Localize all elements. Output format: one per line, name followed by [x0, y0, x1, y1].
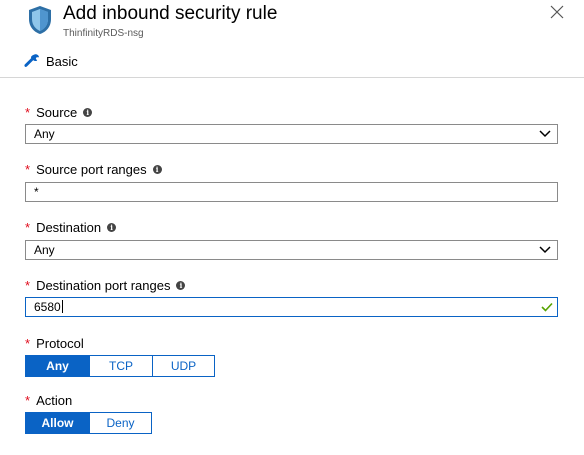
wrench-icon [24, 54, 39, 67]
page-title: Add inbound security rule [63, 3, 278, 24]
required-marker: * [25, 220, 31, 235]
destination-ports-label-text: Destination port ranges [36, 278, 171, 293]
info-icon[interactable]: i [152, 165, 162, 174]
destination-value: Any [34, 243, 55, 257]
close-icon[interactable] [549, 4, 565, 20]
action-option-deny[interactable]: Deny [90, 413, 151, 433]
header-divider [0, 77, 584, 78]
basic-mode-label: Basic [46, 53, 78, 69]
source-port-ranges-input[interactable]: * [25, 182, 558, 202]
destination-label-text: Destination [36, 220, 102, 235]
shield-icon [29, 6, 51, 34]
protocol-option-tcp[interactable]: TCP [90, 356, 153, 376]
info-icon[interactable]: i [176, 281, 186, 290]
action-label-text: Action [36, 393, 73, 408]
checkmark-icon [541, 302, 553, 312]
required-marker: * [25, 105, 31, 120]
destination-port-ranges-input[interactable]: 6580 [25, 297, 558, 317]
source-ports-label-text: Source port ranges [36, 162, 147, 177]
protocol-option-udp[interactable]: UDP [153, 356, 214, 376]
source-dropdown[interactable]: Any [25, 124, 558, 144]
page-subtitle: ThinfinityRDS-nsg [63, 28, 144, 39]
protocol-toggle: Any TCP UDP [25, 355, 215, 377]
destination-ports-value: 6580 [34, 300, 61, 314]
chevron-down-icon [539, 246, 551, 254]
info-icon[interactable]: i [107, 223, 117, 232]
source-label: * Source i [25, 105, 93, 120]
source-ports-value: * [34, 185, 39, 199]
protocol-option-any[interactable]: Any [26, 356, 90, 376]
destination-ports-label: * Destination port ranges i [25, 278, 186, 293]
required-marker: * [25, 393, 31, 408]
source-label-text: Source [36, 105, 78, 120]
protocol-label: * Protocol [25, 336, 84, 351]
action-toggle: Allow Deny [25, 412, 152, 434]
info-icon[interactable]: i [83, 108, 93, 117]
required-marker: * [25, 336, 31, 351]
blade-header: Add inbound security rule ThinfinityRDS-… [0, 0, 584, 42]
chevron-down-icon [539, 130, 551, 138]
required-marker: * [25, 278, 31, 293]
text-cursor [61, 300, 63, 313]
protocol-label-text: Protocol [36, 336, 84, 351]
source-value: Any [34, 127, 55, 141]
action-option-allow[interactable]: Allow [26, 413, 90, 433]
source-ports-label: * Source port ranges i [25, 162, 162, 177]
action-label: * Action [25, 393, 72, 408]
required-marker: * [25, 162, 31, 177]
basic-mode-button[interactable]: Basic [24, 52, 78, 70]
destination-dropdown[interactable]: Any [25, 240, 558, 260]
destination-label: * Destination i [25, 220, 117, 235]
